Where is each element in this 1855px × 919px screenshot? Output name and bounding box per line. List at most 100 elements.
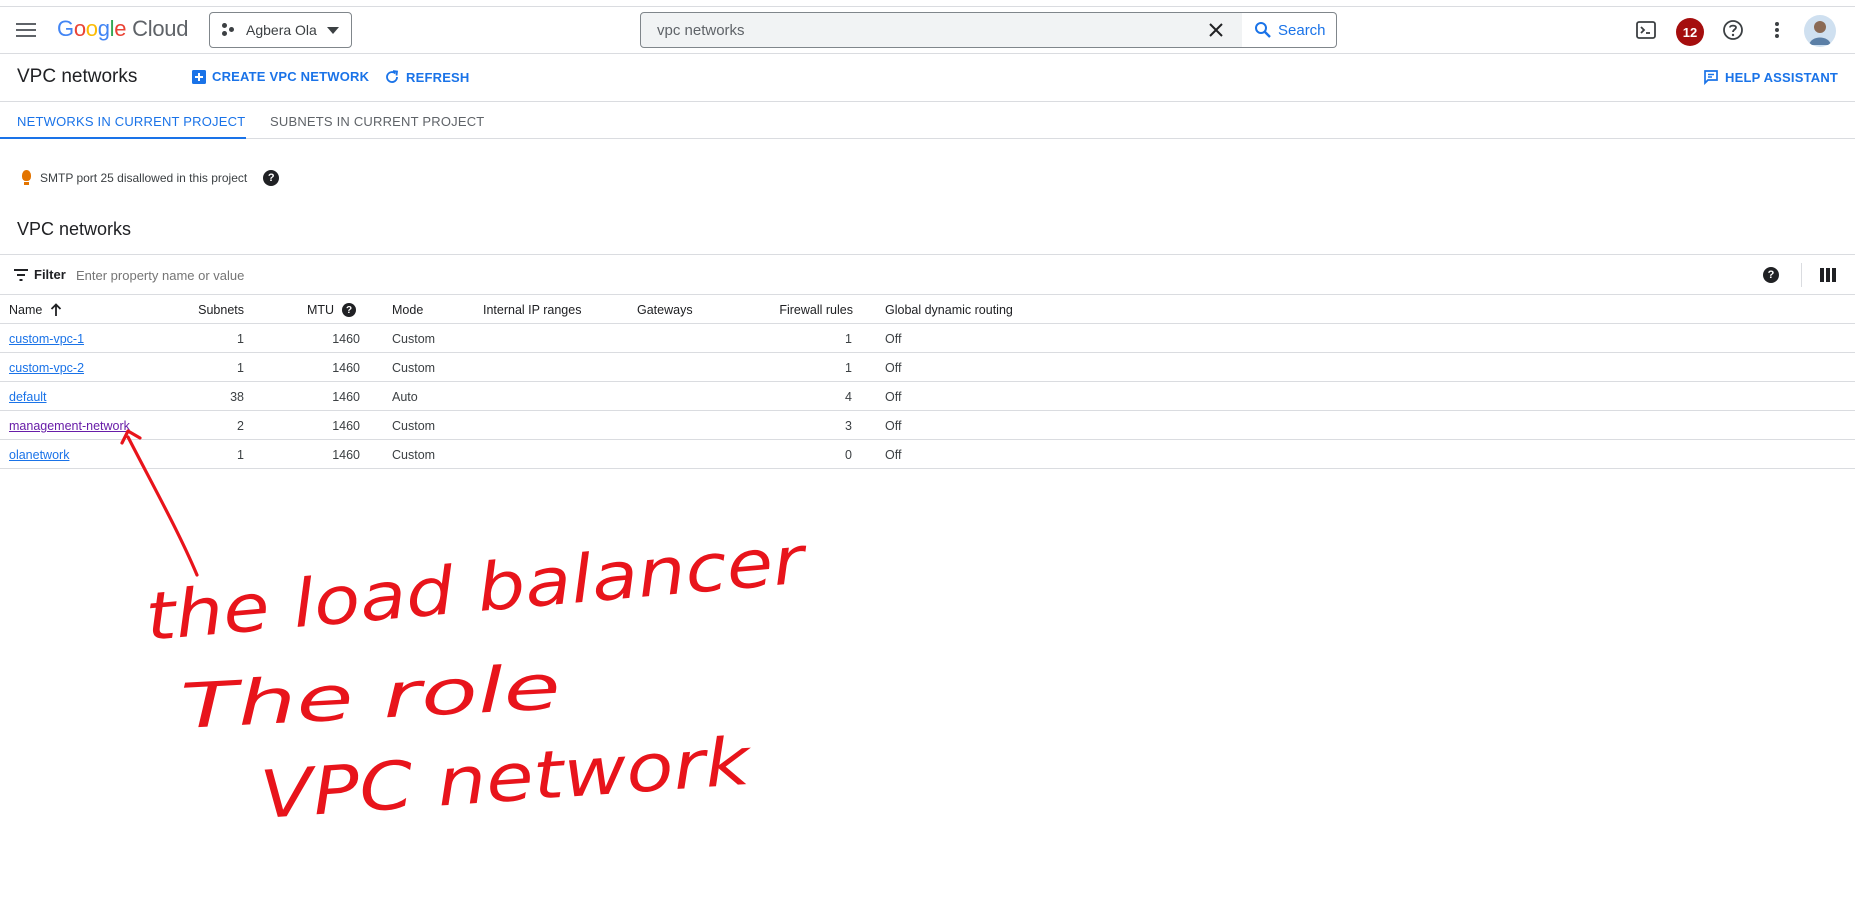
refresh-label: REFRESH — [406, 69, 470, 85]
mtu-cell: 1460 — [332, 332, 360, 346]
routing-cell: Off — [885, 361, 902, 375]
section-title: VPC networks — [17, 219, 132, 239]
mtu-cell: 1460 — [332, 390, 360, 404]
main-menu-icon[interactable] — [16, 19, 38, 39]
filter-help-icon[interactable]: ? — [1763, 267, 1779, 283]
refresh-icon — [386, 70, 399, 83]
page-header: VPC networks CREATE VPC NETWORK REFRESH … — [0, 54, 1855, 102]
subnets-cell: 38 — [230, 390, 244, 404]
mode-cell: Custom — [392, 448, 436, 462]
column-header-gateways[interactable]: Gateways — [637, 303, 693, 317]
table-header-row: Name Subnets MTU ? Mode Internal IP rang… — [0, 295, 1855, 324]
logo-letter: G — [57, 16, 74, 41]
google-cloud-logo[interactable]: Google Cloud — [57, 16, 188, 42]
logo-letter: g — [97, 16, 110, 41]
tab-networks-in-current-project[interactable]: NETWORKS IN CURRENT PROJECT — [0, 103, 246, 139]
logo-letter: o — [85, 16, 98, 41]
firewall-rules-cell: 1 — [845, 361, 852, 375]
tab-subnets-in-current-project[interactable]: SUBNETS IN CURRENT PROJECT — [270, 103, 484, 139]
project-name: Agbera Ola — [246, 22, 317, 38]
column-header-name[interactable]: Name — [9, 303, 62, 317]
subnets-cell: 2 — [237, 419, 244, 433]
subnets-cell: 1 — [237, 332, 244, 346]
routing-cell: Off — [885, 448, 902, 462]
column-display-options-icon[interactable] — [1820, 268, 1836, 282]
filter-icon — [14, 268, 28, 281]
table-row: management-network 2 1460 Custom 3 Off — [0, 411, 1855, 440]
column-header-internal-ip-ranges[interactable]: Internal IP ranges — [483, 303, 581, 317]
create-vpc-network-button[interactable]: CREATE VPC NETWORK — [192, 69, 369, 84]
column-header-mtu[interactable]: MTU ? — [307, 303, 357, 317]
column-header-global-dynamic-routing[interactable]: Global dynamic routing — [885, 303, 1013, 317]
notifications-badge[interactable]: 12 — [1676, 18, 1704, 46]
routing-cell: Off — [885, 332, 902, 346]
project-icon — [222, 23, 236, 37]
mode-cell: Auto — [392, 390, 418, 404]
column-header-firewall-rules[interactable]: Firewall rules — [779, 303, 853, 317]
filter-bar: Filter ? — [0, 254, 1855, 295]
vpc-networks-table: Name Subnets MTU ? Mode Internal IP rang… — [0, 295, 1855, 469]
network-name-link[interactable]: olanetwork — [9, 448, 69, 462]
firewall-rules-cell: 0 — [845, 448, 852, 462]
table-row: custom-vpc-2 1 1460 Custom 1 Off — [0, 353, 1855, 382]
network-name-link[interactable]: management-network — [9, 419, 130, 433]
routing-cell: Off — [885, 390, 902, 404]
help-assistant-button[interactable]: HELP ASSISTANT — [1703, 69, 1838, 85]
search-button[interactable]: Search — [1242, 12, 1337, 48]
column-header-name-label: Name — [9, 303, 43, 317]
page-title: VPC networks — [17, 66, 138, 87]
smtp-help-icon[interactable]: ? — [263, 170, 280, 186]
tab-bar: NETWORKS IN CURRENT PROJECT SUBNETS IN C… — [0, 103, 1855, 139]
help-assistant-label: HELP ASSISTANT — [1725, 69, 1839, 85]
column-header-mode[interactable]: Mode — [392, 303, 423, 317]
filter-button[interactable]: Filter — [14, 267, 66, 282]
mode-cell: Custom — [392, 361, 436, 375]
column-header-subnets[interactable]: Subnets — [198, 303, 244, 317]
annotation-line-3: VPC network — [258, 723, 755, 834]
filter-input[interactable] — [76, 263, 676, 287]
table-row: default 38 1460 Auto 4 Off — [0, 382, 1855, 411]
annotation-line-1: the load balancer — [143, 521, 812, 656]
annotation-line-2: The role — [179, 650, 562, 743]
add-box-icon — [192, 69, 206, 84]
smtp-notice: SMTP port 25 disallowed in this project … — [20, 170, 280, 186]
table-row: olanetwork 1 1460 Custom 0 Off — [0, 440, 1855, 469]
firewall-rules-cell: 1 — [845, 332, 852, 346]
firewall-rules-cell: 3 — [845, 419, 852, 433]
network-name-link[interactable]: custom-vpc-2 — [9, 361, 84, 375]
search-input[interactable] — [641, 13, 1191, 47]
avatar[interactable] — [1804, 15, 1836, 47]
network-name-link[interactable]: default — [9, 390, 47, 404]
mode-cell: Custom — [392, 419, 436, 433]
divider — [1801, 263, 1802, 287]
search-icon — [1255, 22, 1271, 38]
help-icon[interactable] — [1719, 16, 1747, 44]
mtu-help-icon[interactable]: ? — [342, 303, 357, 317]
create-vpc-network-label: CREATE VPC NETWORK — [212, 69, 370, 84]
logo-cloud-text: Cloud — [132, 16, 189, 41]
project-picker[interactable]: Agbera Ola — [209, 12, 352, 48]
search-button-label: Search — [1278, 21, 1326, 39]
logo-letter: o — [73, 16, 86, 41]
search-field[interactable] — [640, 12, 1243, 48]
network-name-link[interactable]: custom-vpc-1 — [9, 332, 84, 346]
table-row: custom-vpc-1 1 1460 Custom 1 Off — [0, 324, 1855, 353]
top-bar: GoogleCloud Agbera Ola Search 12 — [0, 7, 1855, 54]
more-options-icon[interactable] — [1763, 16, 1791, 44]
smtp-notice-text: SMTP port 25 disallowed in this project — [40, 171, 248, 185]
firewall-rules-cell: 4 — [845, 390, 852, 404]
mtu-cell: 1460 — [332, 419, 360, 433]
logo-letter: e — [114, 16, 127, 41]
routing-cell: Off — [885, 419, 902, 433]
sort-ascending-icon — [51, 303, 62, 316]
chat-assistant-icon — [1704, 70, 1718, 85]
mtu-cell: 1460 — [332, 361, 360, 375]
mode-cell: Custom — [392, 332, 436, 346]
refresh-button[interactable]: REFRESH — [384, 69, 470, 85]
subnets-cell: 1 — [237, 361, 244, 375]
subnets-cell: 1 — [237, 448, 244, 462]
filter-label: Filter — [34, 267, 66, 282]
column-header-mtu-label: MTU — [307, 303, 335, 317]
cloud-shell-icon[interactable] — [1632, 16, 1660, 44]
clear-search-icon[interactable] — [1206, 20, 1226, 40]
